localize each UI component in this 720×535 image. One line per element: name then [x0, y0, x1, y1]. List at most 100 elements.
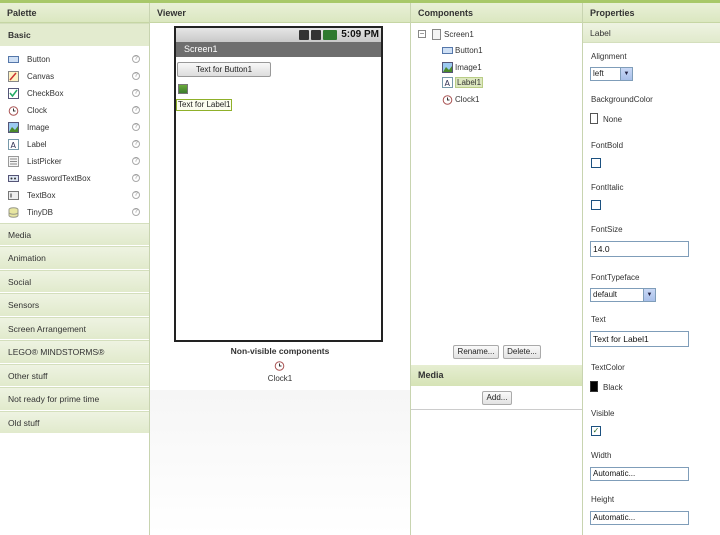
chevron-down-icon: ▼ [620, 68, 632, 80]
backgroundcolor-swatch[interactable] [590, 113, 598, 124]
palette-item-tinydb[interactable]: TinyDB ? [0, 204, 149, 221]
tinydb-icon [8, 206, 19, 218]
palette-section-other-stuff[interactable]: Other stuff [0, 363, 149, 387]
status-time: 5:09 PM [341, 29, 379, 40]
media-header: Media [411, 365, 582, 386]
palette-item-label: ListPicker [27, 156, 62, 166]
viewer-header: Viewer [150, 3, 410, 23]
width-input[interactable]: Automatic... [590, 467, 689, 481]
label-icon: A [8, 138, 19, 150]
palette-item-label: Canvas [27, 71, 55, 81]
fonttypeface-value: default [593, 290, 618, 299]
help-icon[interactable]: ? [132, 54, 140, 63]
help-icon[interactable]: ? [132, 190, 140, 199]
properties-panel: Label Alignment left ▼ BackgroundColor N… [583, 23, 720, 535]
svg-text:A: A [11, 141, 17, 150]
palette-section-media[interactable]: Media [0, 222, 149, 246]
nonvisible-clock1-label[interactable]: Clock1 [150, 374, 410, 383]
palette-section-screen-arrangement[interactable]: Screen Arrangement [0, 316, 149, 340]
palette-section-basic[interactable]: Basic [0, 23, 149, 47]
fonttypeface-select[interactable]: default ▼ [590, 288, 656, 302]
button-icon [442, 45, 453, 56]
palette-section-animation[interactable]: Animation [0, 246, 149, 270]
viewer-empty-area [150, 390, 410, 535]
help-icon[interactable]: ? [132, 139, 140, 148]
button-icon [8, 54, 19, 65]
palette-item-passwordtextbox[interactable]: PasswordTextBox ? [0, 170, 149, 187]
text-input[interactable]: Text for Label1 [590, 331, 689, 347]
textcolor-swatch[interactable] [590, 381, 598, 392]
help-icon[interactable]: ? [132, 207, 140, 216]
height-input[interactable]: Automatic... [590, 511, 689, 525]
palette-section-sensors[interactable]: Sensors [0, 293, 149, 317]
help-icon[interactable]: ? [132, 173, 140, 182]
svg-text:A: A [445, 79, 451, 88]
palette-item-canvas[interactable]: Canvas ? [0, 68, 149, 85]
textcolor-value[interactable]: Black [603, 383, 623, 392]
tree-item-button1[interactable]: Button1 [442, 45, 483, 56]
tree-item-screen1[interactable]: Screen1 [431, 29, 474, 40]
alignment-label: Alignment [591, 52, 627, 61]
visible-checkbox[interactable]: ✓ [591, 426, 601, 436]
help-icon[interactable]: ? [132, 156, 140, 165]
palette-item-label: TextBox [27, 190, 56, 200]
palette-section-old-stuff[interactable]: Old stuff [0, 410, 149, 434]
fontitalic-checkbox[interactable] [591, 200, 601, 210]
palette-header: Palette [0, 3, 149, 23]
width-label: Width [591, 451, 612, 460]
add-media-button[interactable]: Add... [482, 391, 512, 405]
alignment-value: left [593, 69, 604, 78]
preview-label1[interactable]: Text for Label1 [176, 99, 233, 111]
palette-item-clock[interactable]: Clock ? [0, 102, 149, 119]
delete-button[interactable]: Delete... [503, 345, 541, 359]
palette-section-social[interactable]: Social [0, 269, 149, 293]
clock-icon[interactable] [274, 360, 285, 371]
collapse-toggle-icon[interactable]: − [418, 30, 426, 38]
status-icons [299, 30, 337, 40]
palette-item-button[interactable]: Button ? [0, 51, 149, 68]
components-header: Components [411, 3, 582, 23]
alignment-select[interactable]: left ▼ [590, 67, 633, 81]
help-icon[interactable]: ? [132, 122, 140, 131]
preview-image1[interactable] [178, 84, 188, 94]
fontbold-checkbox[interactable] [591, 158, 601, 168]
help-icon[interactable]: ? [132, 88, 140, 97]
backgroundcolor-label: BackgroundColor [591, 95, 653, 104]
signal-icon [311, 30, 321, 40]
component-tree: − Screen1 Button1 Image1 A Label1 Clock1… [411, 23, 582, 363]
text-label: Text [591, 315, 606, 324]
palette-section-lego-mindstorms[interactable]: LEGO® MINDSTORMS® [0, 340, 149, 364]
palette-item-checkbox[interactable]: CheckBox ? [0, 85, 149, 102]
palette-item-label: Button [27, 54, 51, 64]
help-icon[interactable]: ? [132, 71, 140, 80]
clock-icon [442, 94, 453, 105]
tree-item-label1[interactable]: A Label1 [442, 77, 484, 88]
visible-label: Visible [591, 409, 615, 418]
properties-component-name: Label [583, 23, 720, 43]
palette-item-textbox[interactable]: TextBox ? [0, 187, 149, 204]
fontsize-input[interactable]: 14.0 [590, 241, 689, 257]
canvas-icon [8, 70, 19, 82]
palette-basic-list: Button ? Canvas ? CheckBox ? Clock ? Ima… [0, 46, 149, 223]
help-icon[interactable]: ? [132, 105, 140, 114]
palette-section-not-ready[interactable]: Not ready for prime time [0, 387, 149, 411]
preview-button1[interactable]: Text for Button1 [177, 62, 271, 77]
palette-item-label[interactable]: A Label ? [0, 136, 149, 153]
phone-preview[interactable]: 5:09 PM Screen1 Text for Button1 Text fo… [174, 26, 383, 342]
viewer-panel: 5:09 PM Screen1 Text for Button1 Text fo… [150, 23, 410, 390]
screen-title: Screen1 [176, 42, 381, 57]
backgroundcolor-value[interactable]: None [603, 115, 622, 124]
image-icon [8, 121, 19, 133]
palette-item-listpicker[interactable]: ListPicker ? [0, 153, 149, 170]
screen-icon [431, 29, 442, 40]
palette-item-image[interactable]: Image ? [0, 119, 149, 136]
media-panel: Add... [411, 386, 582, 410]
passwordtextbox-icon [8, 173, 19, 184]
fontsize-label: FontSize [591, 225, 623, 234]
rename-button[interactable]: Rename... [453, 345, 499, 359]
chevron-down-icon: ▼ [643, 289, 655, 301]
tree-item-clock1[interactable]: Clock1 [442, 94, 479, 105]
battery-icon [323, 30, 337, 40]
tree-item-image1[interactable]: Image1 [442, 62, 482, 73]
textbox-icon [8, 190, 19, 201]
